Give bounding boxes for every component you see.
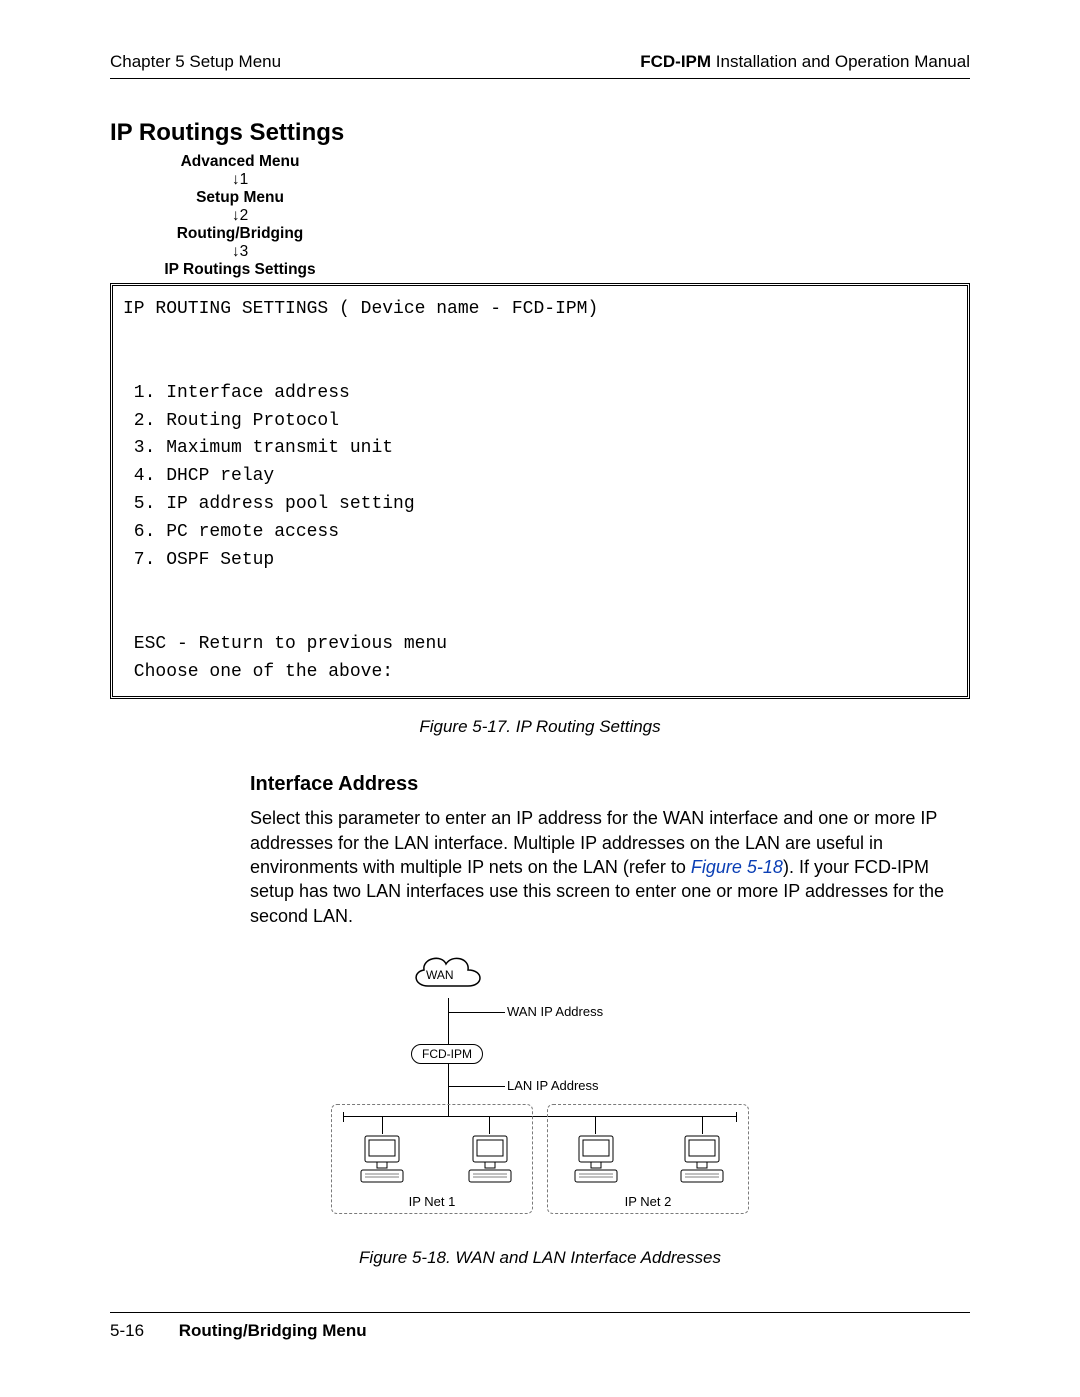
nav-level-4: IP Routings Settings [140,261,340,279]
figure-17-caption: Figure 5-17. IP Routing Settings [110,717,970,737]
figure-5-18-link[interactable]: Figure 5-18 [691,857,783,877]
nav-arrow-2: ↓2 [140,207,340,225]
nav-level-1: Advanced Menu [140,153,340,171]
terminal-item-5: 5. IP address pool setting [123,494,415,514]
terminal-item-7: 7. OSPF Setup [123,550,274,570]
subheading-interface-address: Interface Address [250,773,970,796]
wan-cloud-label: WAN [426,968,454,982]
lan-ip-pointer [449,1086,505,1087]
header-product: FCD-IPM Installation and Operation Manua… [640,52,970,72]
header-product-suffix: Installation and Operation Manual [711,52,970,71]
page-footer: 5-16 Routing/Bridging Menu [110,1321,367,1341]
nav-level-2: Setup Menu [140,189,340,207]
nav-level-3: Routing/Bridging [140,225,340,243]
terminal-esc: ESC - Return to previous menu [123,634,447,654]
terminal-item-2: 2. Routing Protocol [123,411,339,431]
line-wan-to-device [448,998,449,1044]
section-title: IP Routings Settings [110,119,970,147]
terminal-item-1: 1. Interface address [123,383,350,403]
terminal-title: IP ROUTING SETTINGS ( Device name - FCD-… [123,299,598,319]
nav-breadcrumb-stack: Advanced Menu ↓1 Setup Menu ↓2 Routing/B… [140,153,340,279]
terminal-item-6: 6. PC remote access [123,522,339,542]
computer-icon-1 [359,1134,405,1190]
ip-net-1-label: IP Net 1 [332,1194,532,1209]
terminal-item-3: 3. Maximum transmit unit [123,438,393,458]
device-label: FCD-IPM [422,1047,472,1061]
paragraph-interface-address: Select this parameter to enter an IP add… [250,806,970,927]
footer-page-number: 5-16 [110,1321,174,1341]
wan-ip-label: WAN IP Address [507,1004,603,1019]
ip-net-2-label: IP Net 2 [548,1194,748,1209]
header-product-name: FCD-IPM [640,52,711,71]
wan-ip-pointer [449,1012,505,1013]
computer-icon-4 [679,1134,725,1190]
terminal-prompt: Choose one of the above: [123,662,393,682]
footer-rule [110,1312,970,1313]
page-header: Chapter 5 Setup Menu FCD-IPM Installatio… [110,52,970,79]
figure-18-caption: Figure 5-18. WAN and LAN Interface Addre… [110,1248,970,1268]
footer-section: Routing/Bridging Menu [179,1321,367,1340]
lan-ip-label: LAN IP Address [507,1078,599,1093]
nav-arrow-3: ↓3 [140,243,340,261]
device-box: FCD-IPM [411,1044,483,1064]
terminal-item-4: 4. DHCP relay [123,466,274,486]
terminal-screen: IP ROUTING SETTINGS ( Device name - FCD-… [110,283,970,699]
header-chapter: Chapter 5 Setup Menu [110,52,281,72]
computer-icon-2 [467,1134,513,1190]
network-diagram: WAN WAN IP Address FCD-IPM LAN IP Addres… [325,950,755,1230]
nav-arrow-1: ↓1 [140,171,340,189]
computer-icon-3 [573,1134,619,1190]
